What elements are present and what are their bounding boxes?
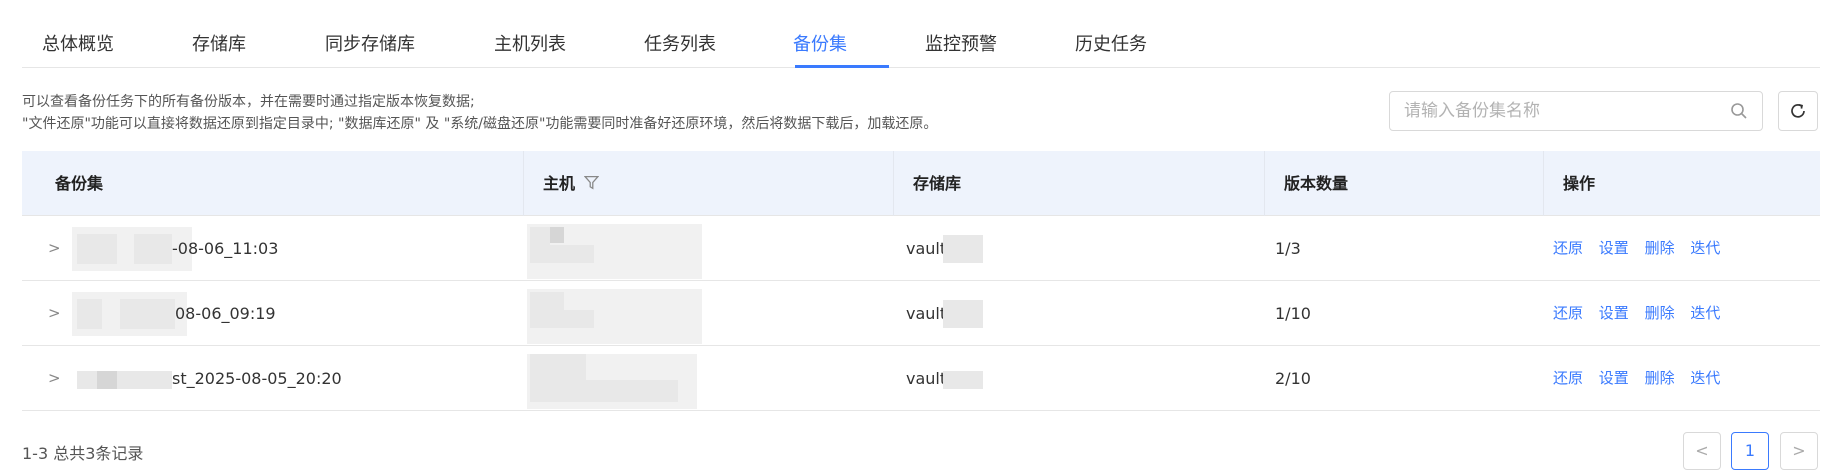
row-actions: 还原 设置 删除 迭代: [1553, 281, 1731, 346]
refresh-button[interactable]: [1778, 91, 1818, 131]
column-header-actions: 操作: [1563, 174, 1596, 193]
column-divider: [1543, 151, 1544, 216]
redacted-region: [530, 245, 594, 263]
settings-link[interactable]: 设置: [1599, 239, 1629, 257]
version-count: 1/10: [1275, 304, 1311, 323]
tab-storage[interactable]: 存储库: [192, 30, 246, 56]
chevron-right-icon[interactable]: >: [48, 216, 61, 281]
tab-host-list[interactable]: 主机列表: [494, 30, 566, 56]
active-tab-indicator: [795, 65, 889, 68]
tab-backup-sets[interactable]: 备份集: [793, 30, 847, 56]
redacted-region: [530, 310, 594, 328]
backup-set-name: -08-06_11:03: [172, 239, 279, 258]
redacted-region: [134, 234, 172, 264]
redacted-region: [530, 227, 550, 245]
table-row: > -08-06_11:03 vault- 1/3 还原 设置 删除 迭代: [22, 216, 1820, 281]
tab-bar: 总体概览 存储库 同步存储库 主机列表 任务列表 备份集 监控预警 历史任务: [22, 16, 1820, 68]
column-header-vault: 存储库: [913, 174, 962, 193]
restore-link[interactable]: 还原: [1553, 304, 1583, 322]
column-header-backup-set: 备份集: [55, 174, 104, 193]
search-box: [1389, 91, 1763, 131]
iterate-link[interactable]: 迭代: [1690, 369, 1720, 387]
search-input[interactable]: [1404, 92, 1714, 130]
chevron-right-icon[interactable]: >: [48, 281, 61, 346]
info-text: 可以查看备份任务下的所有备份版本，并在需要时通过指定版本恢复数据; "文件还原"…: [22, 91, 937, 135]
row-actions: 还原 设置 删除 迭代: [1553, 216, 1731, 281]
delete-link[interactable]: 删除: [1645, 239, 1675, 257]
tab-sync-storage[interactable]: 同步存储库: [325, 30, 415, 56]
tab-monitoring[interactable]: 监控预警: [925, 30, 997, 56]
pagination-summary: 1-3 总共3条记录: [22, 444, 144, 463]
settings-link[interactable]: 设置: [1599, 369, 1629, 387]
redacted-region: [943, 235, 983, 263]
backup-set-name: 08-06_09:19: [175, 304, 276, 323]
column-header-host: 主机: [543, 151, 599, 216]
redacted-region: [120, 299, 140, 329]
column-divider: [1264, 151, 1265, 216]
prev-page-button[interactable]: <: [1683, 432, 1721, 470]
redacted-region: [77, 234, 117, 264]
info-line-2: "文件还原"功能可以直接将数据还原到指定目录中; "数据库还原" 及 "系统/磁…: [22, 116, 938, 132]
backup-set-name: st_2025-08-05_20:20: [172, 369, 342, 388]
tab-history[interactable]: 历史任务: [1075, 30, 1147, 56]
redacted-region: [140, 299, 175, 329]
tab-task-list[interactable]: 任务列表: [644, 30, 716, 56]
column-divider: [523, 151, 524, 216]
redacted-region: [943, 371, 983, 389]
iterate-link[interactable]: 迭代: [1690, 239, 1720, 257]
page-1-button[interactable]: 1: [1731, 432, 1769, 470]
refresh-icon: [1791, 103, 1805, 118]
restore-link[interactable]: 还原: [1553, 369, 1583, 387]
redacted-region: [77, 299, 102, 329]
settings-link[interactable]: 设置: [1599, 304, 1629, 322]
next-page-button[interactable]: >: [1780, 432, 1818, 470]
version-count: 1/3: [1275, 239, 1301, 258]
redacted-region: [530, 354, 586, 380]
filter-icon[interactable]: [583, 175, 599, 190]
iterate-link[interactable]: 迭代: [1690, 304, 1720, 322]
delete-link[interactable]: 删除: [1645, 369, 1675, 387]
tab-overview[interactable]: 总体概览: [42, 30, 114, 56]
redacted-region: [530, 380, 678, 402]
table-row: > st_2025-08-05_20:20 vault- 2/10 还原 设置 …: [22, 346, 1820, 411]
chevron-right-icon[interactable]: >: [48, 346, 61, 411]
backup-set-table: 备份集 主机 存储库 版本数量 操作 > -08-06_11:03 vault-…: [22, 151, 1820, 411]
restore-link[interactable]: 还原: [1553, 239, 1583, 257]
table-row: > 08-06_09:19 vault- 1/10 还原 设置 删除 迭代: [22, 281, 1820, 346]
redacted-region: [77, 371, 172, 389]
redacted-region: [943, 300, 983, 328]
table-header: 备份集 主机 存储库 版本数量 操作: [22, 151, 1820, 216]
redacted-region: [97, 371, 117, 389]
column-header-versions: 版本数量: [1284, 174, 1349, 193]
redacted-region: [550, 227, 564, 243]
redacted-region: [530, 292, 564, 310]
column-divider: [893, 151, 894, 216]
delete-link[interactable]: 删除: [1645, 304, 1675, 322]
info-line-1: 可以查看备份任务下的所有备份版本，并在需要时通过指定版本恢复数据;: [22, 94, 475, 110]
search-icon[interactable]: [1730, 102, 1748, 120]
column-header-host-label: 主机: [543, 174, 576, 193]
row-actions: 还原 设置 删除 迭代: [1553, 346, 1731, 411]
version-count: 2/10: [1275, 369, 1311, 388]
